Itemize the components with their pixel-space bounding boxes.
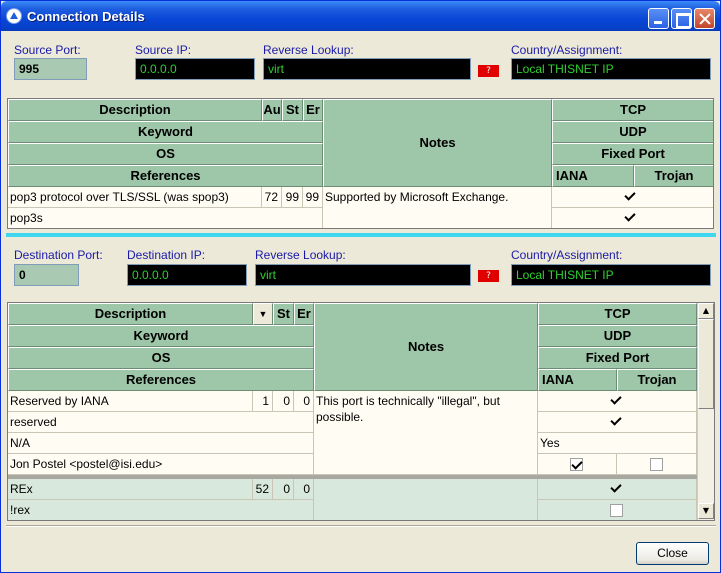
header-iana[interactable]: IANA [552, 165, 634, 187]
record2-udp-checkbox[interactable] [610, 504, 623, 517]
header-notes[interactable]: Notes [314, 303, 538, 391]
header-keyword[interactable]: Keyword [8, 121, 323, 143]
header-er[interactable]: Er [294, 303, 314, 325]
record1-trojan [617, 454, 697, 475]
header-trojan[interactable]: Trojan [634, 165, 713, 187]
record1-fixed-port[interactable]: Yes [538, 433, 697, 454]
source-ip-label: Source IP: [135, 43, 192, 57]
source-help-button[interactable]: ? [478, 65, 499, 77]
record2-keyword[interactable]: !rex [8, 500, 314, 520]
sort-dropdown[interactable]: ▼ [253, 303, 273, 325]
source-country-label: Country/Assignment: [511, 43, 623, 57]
record2-v1[interactable]: 52 [253, 479, 273, 500]
header-trojan[interactable]: Trojan [617, 369, 697, 391]
record1-v2[interactable]: 0 [273, 391, 294, 412]
minimize-button[interactable] [648, 8, 669, 29]
header-references[interactable]: References [8, 165, 323, 187]
header-udp[interactable]: UDP [538, 325, 697, 347]
header-udp[interactable]: UDP [552, 121, 713, 143]
source-port-label: Source Port: [14, 43, 81, 57]
header-fixed-port[interactable]: Fixed Port [538, 347, 697, 369]
destination-country-field[interactable]: Local THISNET IP [511, 264, 711, 286]
destination-port-label: Destination Port: [14, 248, 103, 262]
header-er[interactable]: Er [303, 99, 323, 121]
destination-reverse-lookup-label: Reverse Lookup: [255, 248, 346, 262]
scroll-up-arrow-icon[interactable]: ▲ [698, 303, 714, 319]
destination-help-button[interactable]: ? [478, 270, 499, 282]
window-title: Connection Details [27, 9, 145, 24]
record1-iana [538, 454, 617, 475]
destination-panel: Destination Port: 0 Destination IP: 0.0.… [6, 239, 716, 523]
header-os[interactable]: OS [8, 143, 323, 165]
source-reverse-lookup-field[interactable]: virt [263, 58, 471, 80]
scroll-down-arrow-icon[interactable]: ▼ [698, 503, 714, 519]
app-icon [6, 8, 22, 24]
record1-v3[interactable]: 0 [294, 391, 314, 412]
header-references[interactable]: References [8, 369, 314, 391]
title-bar[interactable]: Connection Details [1, 1, 720, 31]
header-os[interactable]: OS [8, 347, 314, 369]
record2-notes[interactable] [314, 479, 538, 520]
header-au[interactable]: Au [262, 99, 282, 121]
record1-references[interactable]: Jon Postel <postel@isi.edu> [8, 454, 314, 475]
record2-tcp-checkbox[interactable] [610, 482, 623, 495]
row-notes[interactable]: Supported by Microsoft Exchange. [323, 187, 552, 228]
record2-udp [538, 500, 697, 520]
record1-tcp-checkbox[interactable] [610, 394, 623, 407]
row-au[interactable]: 72 [262, 187, 282, 208]
destination-ip-label: Destination IP: [127, 248, 206, 262]
header-fixed-port[interactable]: Fixed Port [552, 143, 713, 165]
destination-port-field[interactable]: 0 [14, 264, 79, 286]
row-st[interactable]: 99 [282, 187, 303, 208]
record1-os[interactable]: N/A [8, 433, 314, 454]
bottom-separator [6, 525, 716, 527]
maximize-button[interactable] [671, 8, 692, 29]
record1-description[interactable]: Reserved by IANA [8, 391, 253, 412]
source-country-field[interactable]: Local THISNET IP [511, 58, 711, 80]
header-description[interactable]: Description [8, 303, 253, 325]
record2-v2[interactable]: 0 [273, 479, 294, 500]
vertical-scrollbar[interactable]: ▲ ▼ [697, 303, 714, 520]
header-tcp[interactable]: TCP [552, 99, 713, 121]
source-port-field[interactable]: 995 [14, 58, 87, 80]
row-description[interactable]: pop3 protocol over TLS/SSL (was spop3) [8, 187, 262, 208]
header-st[interactable]: St [273, 303, 294, 325]
source-ip-field[interactable]: 0.0.0.0 [135, 58, 255, 80]
header-notes[interactable]: Notes [323, 99, 552, 187]
row-udp [552, 208, 713, 228]
record2-description[interactable]: REx [8, 479, 253, 500]
header-st[interactable]: St [282, 99, 303, 121]
record1-udp-checkbox[interactable] [610, 415, 623, 428]
source-udp-checkbox[interactable] [624, 211, 637, 224]
row-keyword[interactable]: pop3s [8, 208, 323, 228]
header-tcp[interactable]: TCP [538, 303, 697, 325]
close-button[interactable]: Close [636, 542, 709, 565]
destination-country-label: Country/Assignment: [511, 248, 623, 262]
destination-reverse-lookup-field[interactable]: virt [255, 264, 471, 286]
source-reverse-lookup-label: Reverse Lookup: [263, 43, 354, 57]
record1-tcp [538, 391, 697, 412]
source-tcp-checkbox[interactable] [624, 190, 637, 203]
close-window-button[interactable] [694, 8, 715, 29]
header-iana[interactable]: IANA [538, 369, 617, 391]
record1-v1[interactable]: 1 [253, 391, 273, 412]
source-panel: Source Port: 995 Source IP: 0.0.0.0 Reve… [6, 35, 716, 231]
record1-trojan-checkbox[interactable] [650, 458, 663, 471]
record1-keyword[interactable]: reserved [8, 412, 314, 433]
row-tcp [552, 187, 713, 208]
record1-notes[interactable]: This port is technically "illegal", but … [314, 391, 538, 475]
record1-iana-checkbox[interactable] [570, 458, 583, 471]
header-keyword[interactable]: Keyword [8, 325, 314, 347]
destination-grid: Description ▼ St Er Keyword OS Reference… [7, 302, 715, 521]
scroll-thumb[interactable] [698, 319, 714, 409]
record2-tcp [538, 479, 697, 500]
destination-ip-field[interactable]: 0.0.0.0 [127, 264, 247, 286]
connection-details-window: Connection Details Source Port: 995 Sour… [0, 0, 721, 573]
source-grid: Description Au St Er Keyword OS Referenc… [7, 98, 714, 229]
panel-divider[interactable] [6, 233, 716, 237]
record1-udp [538, 412, 697, 433]
record2-v3[interactable]: 0 [294, 479, 314, 500]
header-description[interactable]: Description [8, 99, 262, 121]
row-er[interactable]: 99 [303, 187, 323, 208]
